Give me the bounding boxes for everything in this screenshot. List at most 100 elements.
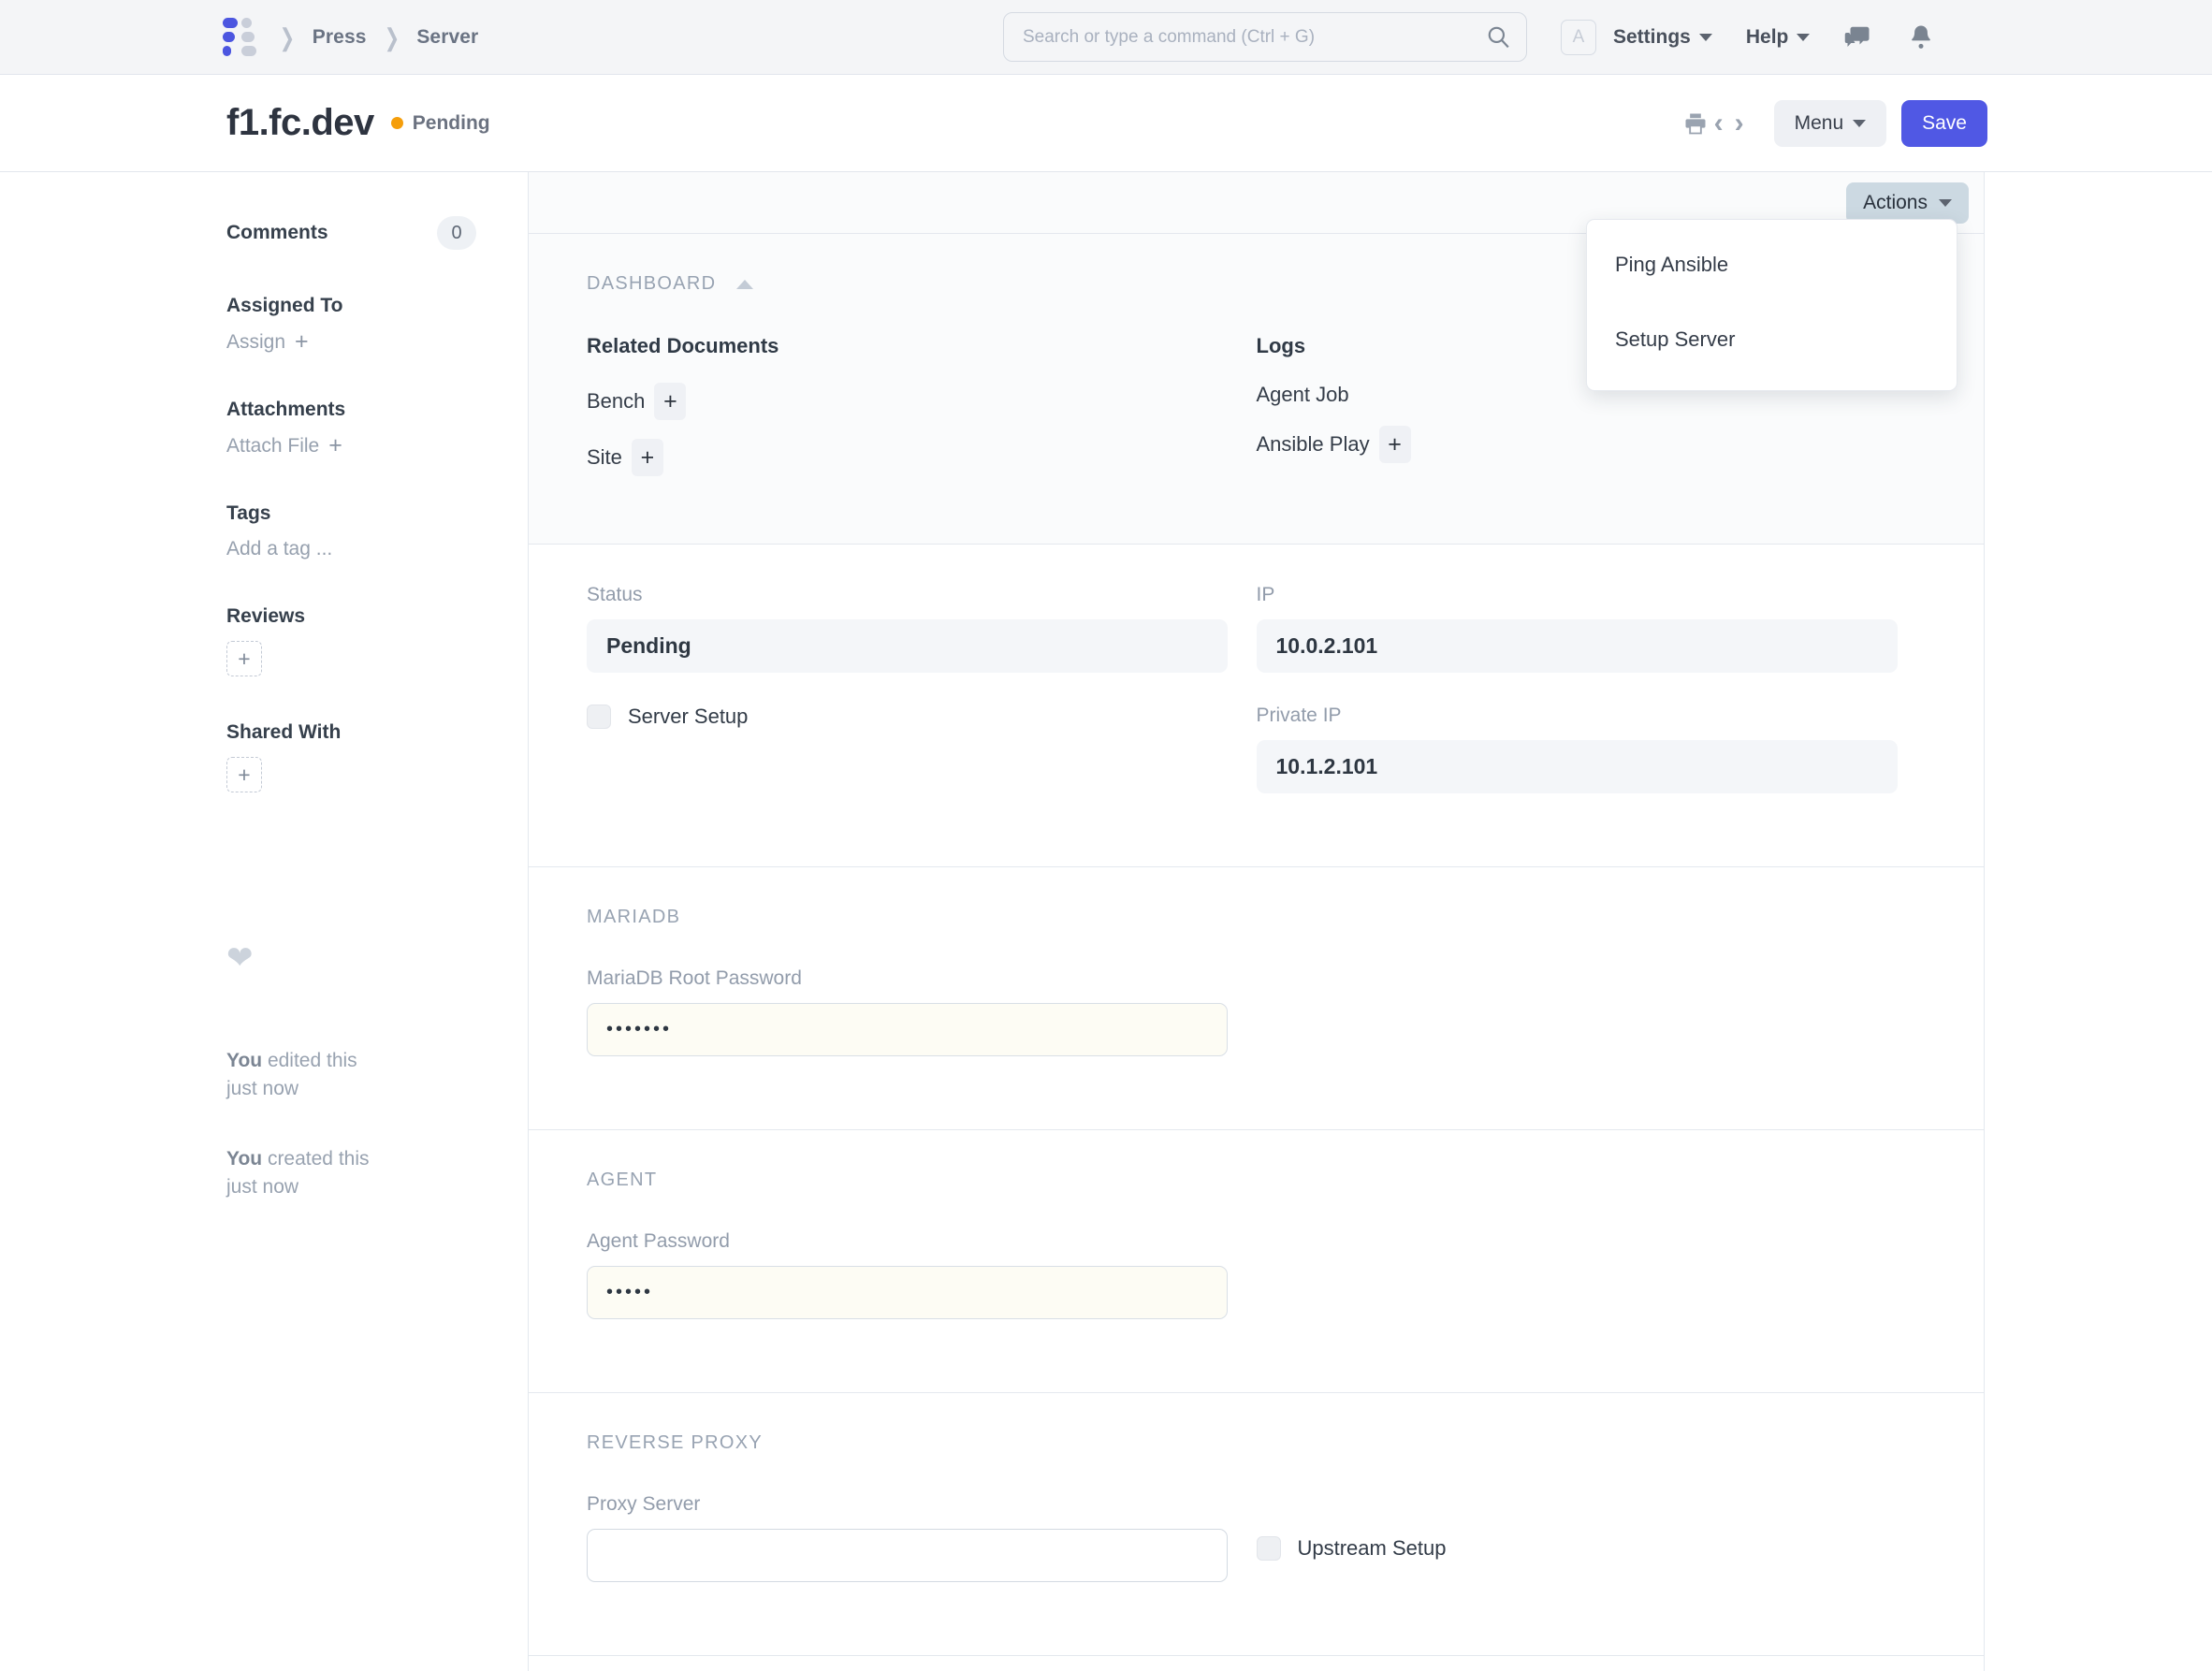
mariadb-section: MARIADB MariaDB Root Password <box>529 867 1984 1130</box>
plus-icon: + <box>295 330 309 354</box>
add-review-button[interactable]: + <box>226 641 262 676</box>
status-dot-icon <box>391 117 403 129</box>
print-icon[interactable] <box>1682 110 1709 137</box>
menu-item-ping-ansible[interactable]: Ping Ansible <box>1587 240 1957 289</box>
document-form: Actions Ping Ansible Setup Server DASHBO… <box>529 172 2212 1671</box>
add-shared-user-button[interactable]: + <box>226 757 262 792</box>
breadcrumb: ❯ Press ❯ Server <box>223 17 478 58</box>
chevron-down-icon <box>1853 120 1866 127</box>
assign-label: Assign <box>226 331 285 354</box>
ip-column: IP Private IP <box>1257 584 1927 825</box>
status-label: Pending <box>413 112 490 135</box>
status-field: Status <box>587 584 1212 673</box>
help-menu[interactable]: Help <box>1746 26 1811 49</box>
actions-label: Actions <box>1863 192 1928 214</box>
search-input[interactable] <box>1003 12 1527 62</box>
mariadb-section-label: MARIADB <box>587 907 1926 928</box>
link-site[interactable]: Site <box>587 445 622 470</box>
breadcrumb-separator-icon: ❯ <box>384 25 399 50</box>
sidebar-comments[interactable]: Comments 0 <box>226 216 476 250</box>
page-header: f1.fc.dev Pending ‹ › Menu Save <box>0 75 2212 172</box>
agent-password-label: Agent Password <box>587 1230 1926 1253</box>
sidebar-reviews: Reviews + <box>226 605 476 676</box>
menu-button[interactable]: Menu <box>1774 100 1887 147</box>
avatar[interactable]: A <box>1561 20 1596 55</box>
activity-edited: You edited this just now <box>226 1047 476 1104</box>
proxy-server-field: Proxy Server <box>587 1493 1212 1582</box>
global-search <box>1003 12 1527 62</box>
agent-password-input[interactable] <box>587 1266 1228 1319</box>
prev-document-button[interactable]: ‹ <box>1709 109 1729 138</box>
agent-section-label: AGENT <box>587 1170 1926 1191</box>
server-setup-checkbox[interactable] <box>587 705 611 729</box>
save-button[interactable]: Save <box>1901 100 1987 147</box>
sidebar-attachments: Attachments Attach File + <box>226 399 476 458</box>
shared-with-label: Shared With <box>226 721 476 744</box>
actions-dropdown-menu: Ping Ansible Setup Server <box>1586 219 1957 391</box>
menu-item-setup-server[interactable]: Setup Server <box>1587 315 1957 364</box>
heart-icon[interactable]: ❤ <box>226 942 254 974</box>
plus-icon: + <box>328 434 342 458</box>
form-toolbar: Actions Ping Ansible Setup Server <box>529 172 1984 234</box>
ip-input[interactable] <box>1257 619 1898 673</box>
page-header-actions: ‹ › Menu Save <box>1682 100 1987 147</box>
status-input[interactable] <box>587 619 1228 673</box>
sidebar-assigned-to: Assigned To Assign + <box>226 295 476 354</box>
activity-actor: You <box>226 1148 262 1170</box>
link-row-ansible-play: Ansible Play + <box>1257 426 1882 463</box>
notification-bell-icon[interactable] <box>1907 23 1935 51</box>
page-body: Comments 0 Assigned To Assign + Attachme… <box>0 172 2212 1671</box>
agent-password-field: Agent Password <box>587 1230 1926 1319</box>
related-documents-group: Related Documents Bench + Site + <box>587 334 1257 495</box>
activity-actor: You <box>226 1050 262 1071</box>
chat-icon[interactable] <box>1843 23 1871 51</box>
assign-button[interactable]: Assign + <box>226 330 476 354</box>
menu-label: Menu <box>1795 112 1844 135</box>
link-row-bench: Bench + <box>587 383 1212 420</box>
activity-time: just now <box>226 1078 298 1099</box>
link-bench[interactable]: Bench <box>587 389 645 414</box>
attach-file-button[interactable]: Attach File + <box>226 434 476 458</box>
status-column: Status Server Setup <box>587 584 1257 825</box>
proxy-server-label: Proxy Server <box>587 1493 1212 1516</box>
frappe-logo-icon[interactable] <box>223 17 262 58</box>
next-document-button[interactable]: › <box>1729 109 1750 138</box>
reverse-proxy-section-label: REVERSE PROXY <box>587 1432 1926 1454</box>
reviews-label: Reviews <box>226 605 476 628</box>
add-site-button[interactable]: + <box>632 439 663 476</box>
add-ansible-play-button[interactable]: + <box>1379 426 1411 463</box>
add-tag-input[interactable]: Add a tag ... <box>226 538 476 560</box>
link-ansible-play[interactable]: Ansible Play <box>1257 432 1370 457</box>
page-title: f1.fc.dev <box>226 102 374 144</box>
top-navbar: ❯ Press ❯ Server A Settings Help <box>0 0 2212 75</box>
ip-label: IP <box>1257 584 1882 606</box>
actions-button[interactable]: Actions <box>1846 182 1969 224</box>
link-agent-job[interactable]: Agent Job <box>1257 383 1349 407</box>
upstream-setup-checkbox[interactable] <box>1257 1536 1281 1561</box>
chevron-down-icon <box>1699 34 1712 41</box>
private-ip-input[interactable] <box>1257 740 1898 793</box>
status-badge: Pending <box>391 112 490 135</box>
upstream-setup-label[interactable]: Upstream Setup <box>1298 1536 1447 1561</box>
upstream-setup-checkbox-row: Upstream Setup <box>1257 1536 1882 1561</box>
private-ip-label: Private IP <box>1257 705 1882 727</box>
activity-time: just now <box>226 1176 298 1198</box>
ip-field: IP <box>1257 584 1882 673</box>
server-setup-label[interactable]: Server Setup <box>628 705 748 729</box>
proxy-server-input[interactable] <box>587 1529 1228 1582</box>
mariadb-root-password-input[interactable] <box>587 1003 1228 1056</box>
add-bench-button[interactable]: + <box>654 383 686 420</box>
reverse-proxy-section: REVERSE PROXY Proxy Server Upstream Setu… <box>529 1393 1984 1656</box>
dashboard-label-text: DASHBOARD <box>587 273 716 295</box>
attach-file-label: Attach File <box>226 435 319 458</box>
breadcrumb-item-server[interactable]: Server <box>416 26 478 49</box>
chevron-up-icon[interactable] <box>736 280 753 289</box>
agent-section: AGENT Agent Password <box>529 1130 1984 1393</box>
status-section: Status Server Setup IP <box>529 545 1984 867</box>
server-setup-checkbox-row: Server Setup <box>587 705 1212 729</box>
breadcrumb-item-press[interactable]: Press <box>313 26 367 49</box>
settings-menu[interactable]: Settings <box>1613 26 1712 49</box>
chevron-down-icon <box>1939 199 1952 207</box>
navbar-right-group: A Settings Help <box>1561 0 1971 75</box>
activity-text: created this <box>262 1148 369 1170</box>
